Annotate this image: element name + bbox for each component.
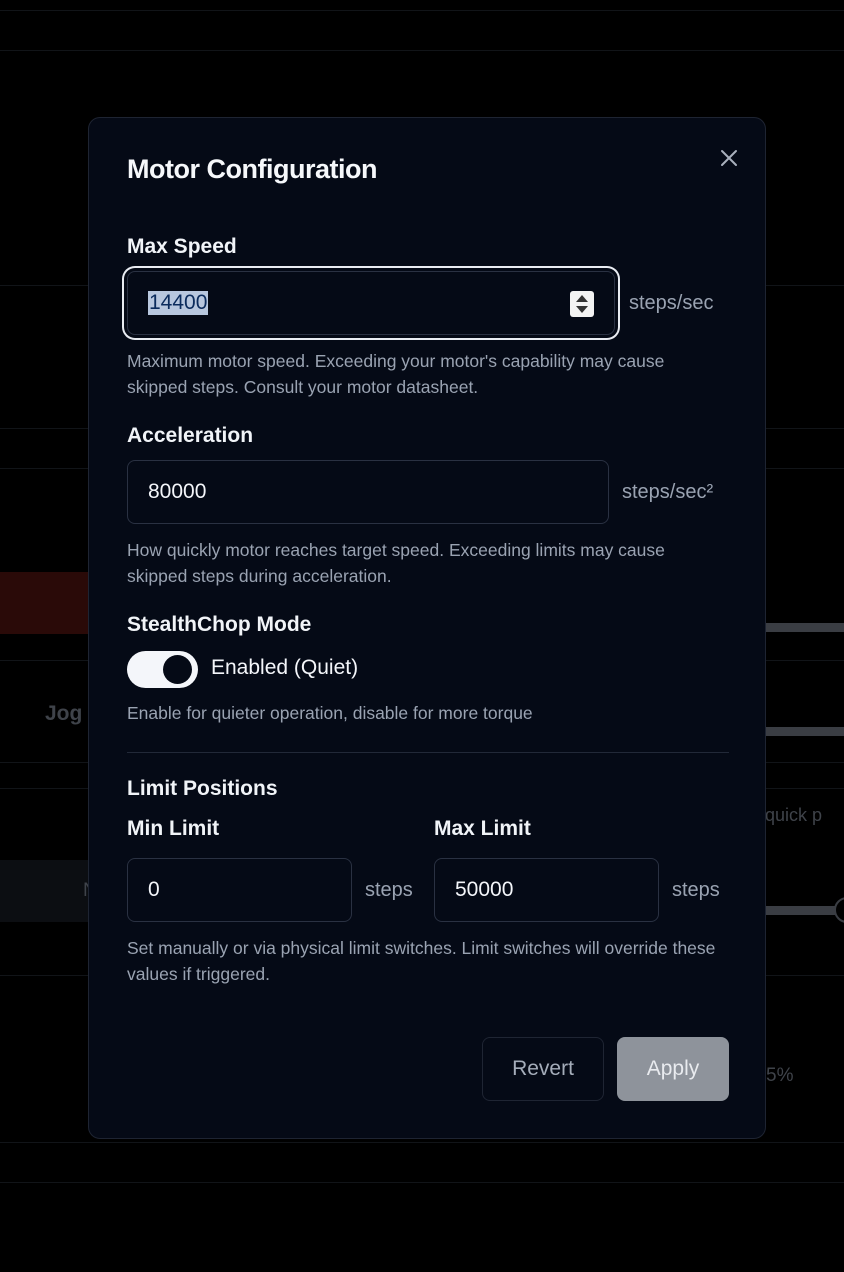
acceleration-label: Acceleration xyxy=(127,424,254,447)
number-spinner[interactable] xyxy=(570,291,594,317)
bg-slider-knob xyxy=(834,897,844,923)
max-speed-value: 14400 xyxy=(148,291,209,315)
toggle-knob xyxy=(163,655,192,684)
max-limit-input[interactable]: 50000 xyxy=(434,858,659,922)
max-limit-label: Max Limit xyxy=(434,817,531,840)
min-limit-input[interactable]: 0 xyxy=(127,858,352,922)
acceleration-help: How quickly motor reaches target speed. … xyxy=(127,540,665,586)
apply-button[interactable]: Apply xyxy=(617,1037,729,1101)
spinner-up-icon[interactable] xyxy=(576,295,588,302)
min-limit-unit: steps xyxy=(365,879,413,901)
min-limit-value: 0 xyxy=(148,878,160,901)
bg-jog-label: Jog xyxy=(45,702,83,725)
dialog-title: Motor Configuration xyxy=(127,154,377,184)
max-speed-label: Max Speed xyxy=(127,235,237,258)
stealthchop-label: StealthChop Mode xyxy=(127,613,312,636)
acceleration-unit: steps/sec² xyxy=(622,481,714,503)
max-limit-value: 50000 xyxy=(455,878,514,901)
bg-divider xyxy=(0,50,844,51)
stealthchop-toggle[interactable] xyxy=(127,651,198,688)
stealthchop-state: Enabled (Quiet) xyxy=(211,656,359,679)
limits-help: Set manually or via physical limit switc… xyxy=(127,938,716,984)
section-divider xyxy=(127,752,729,753)
bg-divider xyxy=(0,10,844,11)
motor-config-dialog: Motor Configuration Max Speed 14400 step… xyxy=(88,117,766,1139)
spinner-down-icon[interactable] xyxy=(576,306,588,313)
acceleration-value: 80000 xyxy=(148,480,207,503)
acceleration-input[interactable]: 80000 xyxy=(127,460,609,524)
bg-percent-text: 5% xyxy=(766,1065,794,1086)
max-speed-unit: steps/sec xyxy=(629,292,714,314)
max-speed-input[interactable]: 14400 xyxy=(127,271,615,335)
bg-divider xyxy=(0,1182,844,1183)
min-limit-label: Min Limit xyxy=(127,817,220,840)
close-icon xyxy=(721,150,737,166)
stealthchop-help: Enable for quieter operation, disable fo… xyxy=(127,703,533,723)
limit-positions-heading: Limit Positions xyxy=(127,777,278,800)
close-button[interactable] xyxy=(715,144,743,172)
max-limit-unit: steps xyxy=(672,879,720,901)
max-speed-help: Maximum motor speed. Exceeding your moto… xyxy=(127,351,665,397)
revert-button[interactable]: Revert xyxy=(482,1037,604,1101)
bg-divider xyxy=(0,1142,844,1143)
